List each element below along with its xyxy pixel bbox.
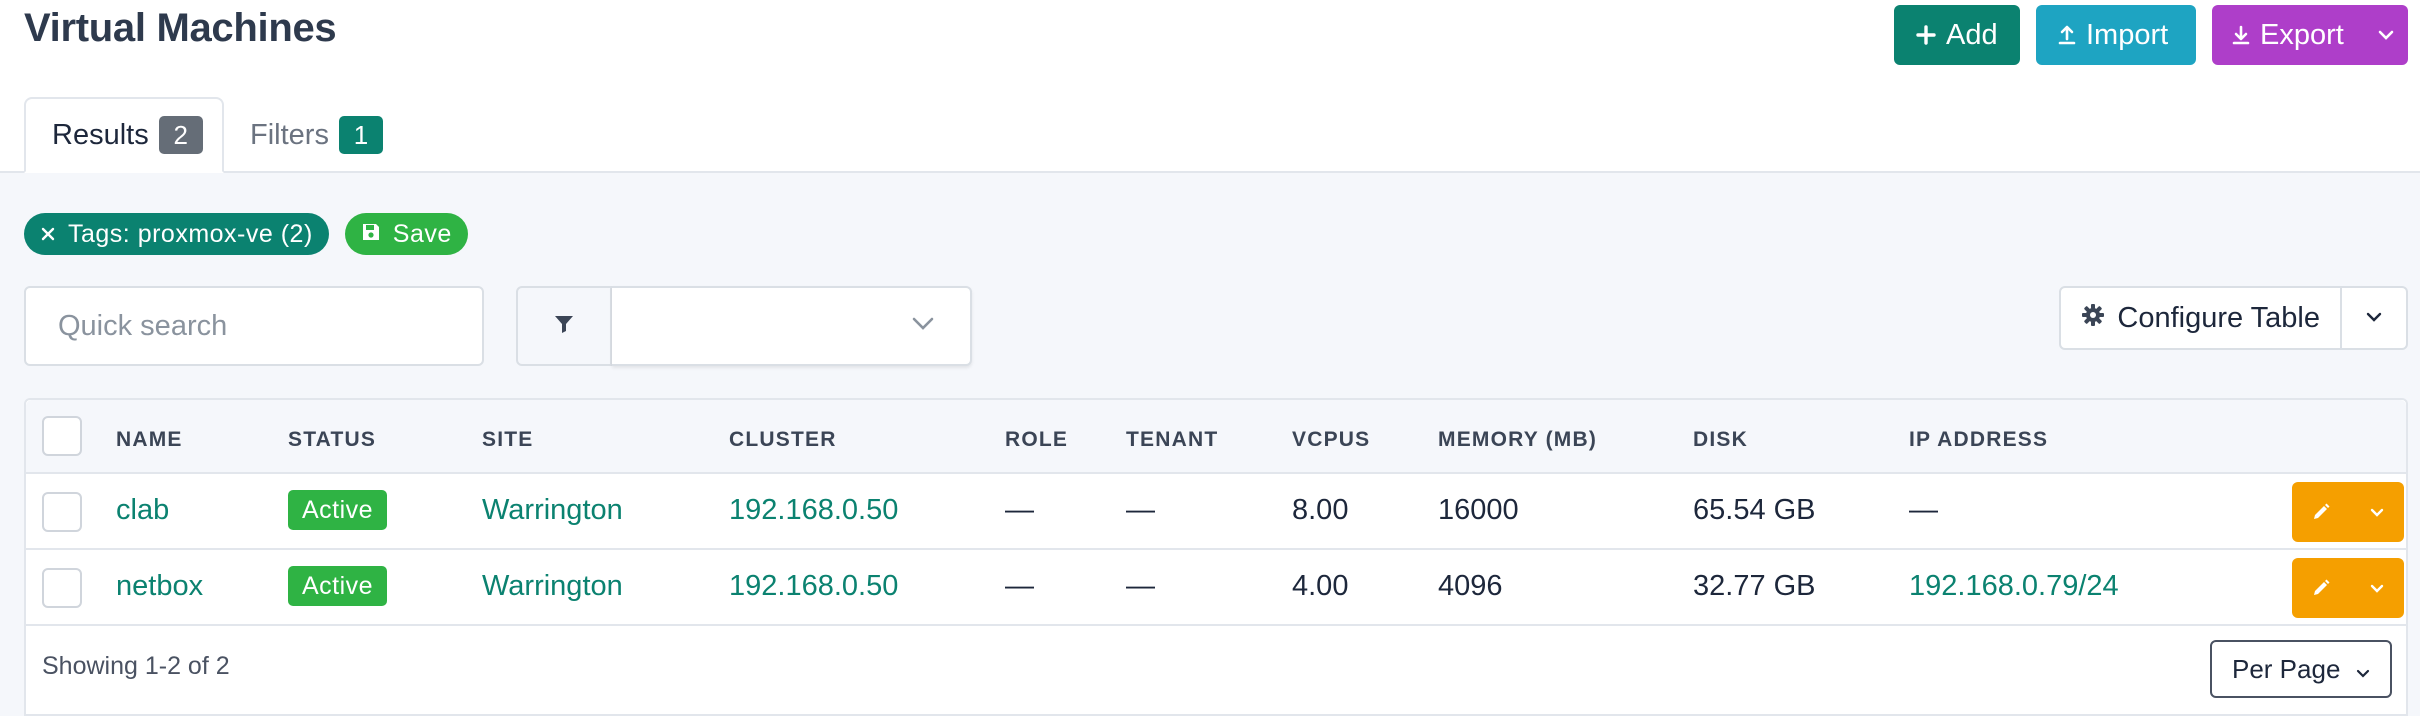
export-button[interactable]: Export [2212, 5, 2408, 65]
add-button-label: Add [1946, 18, 1998, 51]
site-link[interactable]: Warrington [482, 494, 623, 527]
ip-address-cell: — [1909, 494, 1938, 526]
tabs-divider [0, 171, 2420, 173]
results-count-badge: 2 [158, 116, 203, 154]
column-header-tenant[interactable]: Tenant [1126, 428, 1218, 452]
memory-cell: 16000 [1438, 494, 1519, 526]
quick-search-input[interactable] [24, 286, 484, 366]
chevron-down-icon [2366, 309, 2382, 327]
per-page-label: Per Page [2232, 653, 2341, 684]
configure-table-control: Configure Table [2059, 286, 2408, 350]
filters-count-badge: 1 [338, 116, 383, 154]
vcpus-cell: 4.00 [1292, 570, 1349, 602]
floppy-disk-icon [361, 220, 381, 249]
chevron-down-icon[interactable] [2350, 508, 2404, 517]
memory-cell: 4096 [1438, 570, 1503, 602]
column-header-ip-address[interactable]: IP Address [1909, 428, 2048, 452]
column-header-memory[interactable]: Memory (MB) [1438, 428, 1597, 452]
table-row: clab Active Warrington 192.168.0.50 — — … [26, 474, 2406, 550]
column-header-status[interactable]: Status [288, 428, 376, 452]
filter-select[interactable] [612, 286, 972, 366]
ip-address-link[interactable]: 192.168.0.79/24 [1909, 570, 2119, 603]
tab-filters-label: Filters [250, 118, 329, 151]
column-header-cluster[interactable]: Cluster [729, 428, 837, 452]
configure-table-label: Configure Table [2117, 301, 2320, 334]
tenant-cell: — [1126, 570, 1155, 602]
configure-table-dropdown[interactable] [2342, 286, 2408, 350]
cluster-link[interactable]: 192.168.0.50 [729, 570, 898, 603]
column-header-disk[interactable]: Disk [1693, 428, 1748, 452]
column-header-vcpus[interactable]: vCPUs [1292, 428, 1370, 452]
cluster-link[interactable]: 192.168.0.50 [729, 494, 898, 527]
filter-button[interactable] [516, 286, 612, 366]
select-all-checkbox[interactable] [42, 416, 82, 456]
pencil-icon[interactable] [2292, 578, 2350, 598]
pencil-icon[interactable] [2292, 502, 2350, 522]
plus-icon [1916, 25, 1936, 45]
filter-control [516, 286, 972, 366]
status-badge: Active [288, 566, 388, 606]
add-button[interactable]: Add [1894, 5, 2020, 65]
role-cell: — [1005, 570, 1034, 602]
export-button-label: Export [2260, 18, 2344, 51]
tenant-cell: — [1126, 494, 1155, 526]
row-checkbox[interactable] [42, 492, 82, 532]
tab-filters[interactable]: Filters 1 [224, 97, 409, 173]
table-header: Name Status Site Cluster Role Tenant vCP… [26, 400, 2406, 474]
column-header-role[interactable]: Role [1005, 428, 1068, 452]
table-row: netbox Active Warrington 192.168.0.50 — … [26, 550, 2406, 626]
chevron-down-icon[interactable] [2350, 584, 2404, 593]
chevron-down-icon [2356, 654, 2370, 685]
table-footer: Showing 1-2 of 2 Per Page [26, 626, 2406, 716]
vcpus-cell: 8.00 [1292, 494, 1349, 526]
per-page-select[interactable]: Per Page [2210, 640, 2392, 698]
save-filter-label: Save [392, 219, 452, 248]
vm-name-link[interactable]: clab [116, 494, 169, 527]
column-header-site[interactable]: Site [482, 428, 533, 452]
disk-cell: 32.77 GB [1693, 570, 1816, 602]
gear-icon [2081, 302, 2105, 335]
download-icon [2232, 25, 2250, 45]
row-checkbox[interactable] [42, 568, 82, 608]
chevron-down-icon [912, 317, 934, 336]
upload-icon [2058, 25, 2076, 45]
disk-cell: 65.54 GB [1693, 494, 1816, 526]
tab-results-label: Results [52, 118, 149, 151]
page-title: Virtual Machines [24, 6, 337, 50]
role-cell: — [1005, 494, 1034, 526]
row-actions [2292, 558, 2404, 618]
page-actions: Add Import Export [1894, 5, 2408, 65]
chevron-down-icon[interactable] [2364, 30, 2408, 40]
tag-filter-chip[interactable]: Tags: proxmox-ve (2) [24, 213, 329, 255]
import-button-label: Import [2086, 18, 2169, 51]
row-actions [2292, 482, 2404, 542]
vm-table: Name Status Site Cluster Role Tenant vCP… [24, 398, 2408, 716]
close-icon[interactable] [40, 220, 56, 249]
site-link[interactable]: Warrington [482, 570, 623, 603]
status-badge: Active [288, 490, 388, 530]
configure-table-button[interactable]: Configure Table [2059, 286, 2342, 350]
active-filters: Tags: proxmox-ve (2) Save [24, 213, 468, 255]
pagination-summary: Showing 1-2 of 2 [42, 652, 230, 680]
tab-results[interactable]: Results 2 [24, 97, 224, 173]
column-header-name[interactable]: Name [116, 428, 183, 452]
funnel-icon [553, 313, 575, 340]
save-filter-button[interactable]: Save [344, 213, 468, 255]
tag-filter-label: Tags: proxmox-ve (2) [68, 219, 313, 248]
import-button[interactable]: Import [2036, 5, 2196, 65]
vm-name-link[interactable]: netbox [116, 570, 203, 603]
